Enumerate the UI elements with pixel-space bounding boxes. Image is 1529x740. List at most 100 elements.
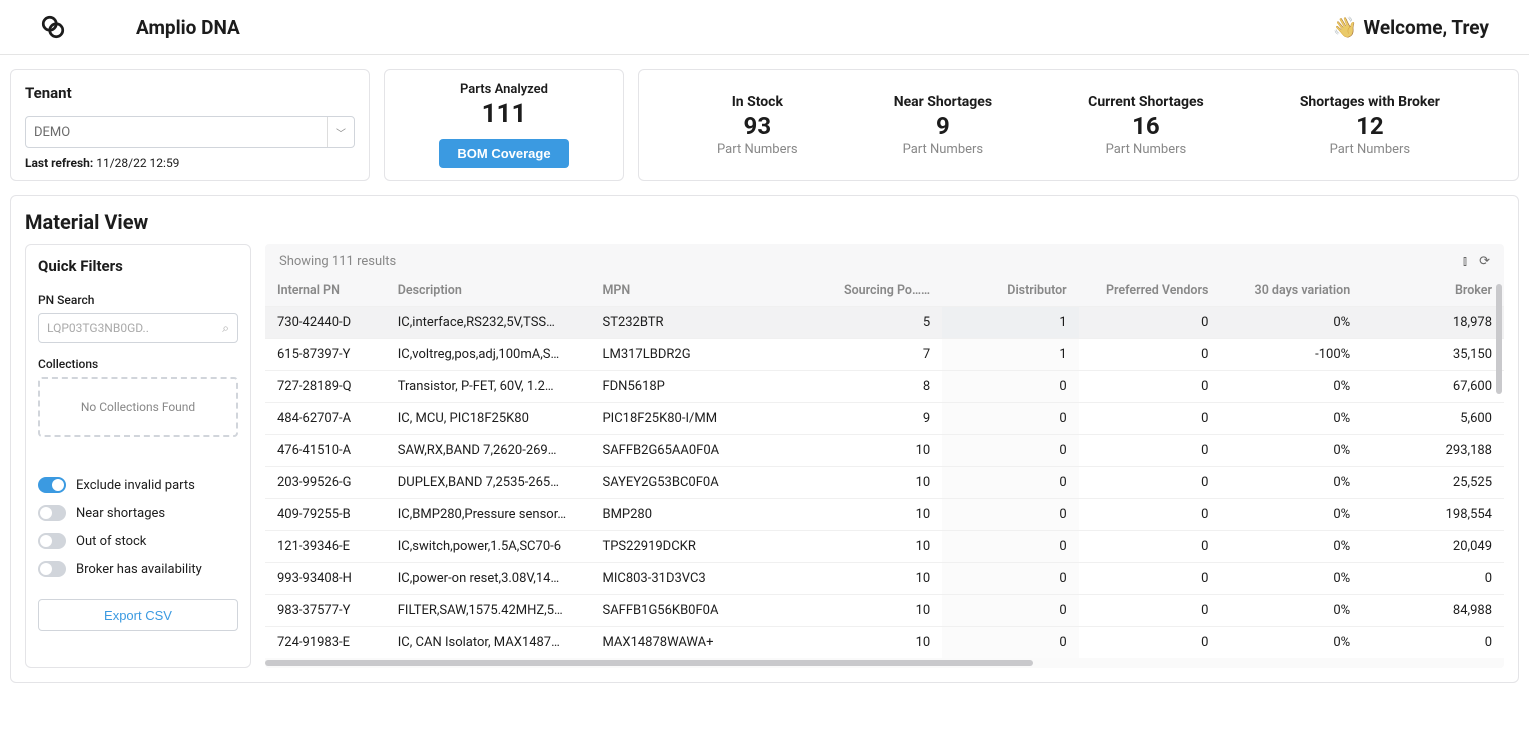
cell-description: IC, CAN Isolator, MAX1487… bbox=[386, 627, 591, 659]
pn-search-input[interactable]: LQP03TG3NB0GD.. ⌕ bbox=[38, 313, 238, 343]
cell-broker: 18,978 bbox=[1362, 307, 1504, 339]
table-topbar: Showing 111 results ⫾ ⟳ bbox=[265, 244, 1504, 275]
col-broker[interactable]: Broker bbox=[1362, 275, 1504, 307]
cell-mpn: MAX14878WAWA+ bbox=[590, 627, 831, 659]
cell-mpn: SAFFB2G65AA0F0A bbox=[590, 435, 831, 467]
cell-description: DUPLEX,BAND 7,2535-265… bbox=[386, 467, 591, 499]
cell-distributor: 1 bbox=[942, 307, 1079, 339]
col-distributor[interactable]: Distributor bbox=[942, 275, 1079, 307]
col-description[interactable]: Description bbox=[386, 275, 591, 307]
table-row[interactable]: 730-42440-DIC,interface,RS232,5V,TSS…ST2… bbox=[265, 307, 1504, 339]
cell-variation: 0% bbox=[1220, 563, 1362, 595]
brand-title: Amplio DNA bbox=[136, 16, 240, 39]
toggle-out-of-stock[interactable]: Out of stock bbox=[38, 533, 238, 549]
chevron-down-icon: ﹀ bbox=[327, 117, 346, 147]
quick-filters-panel: Quick Filters PN Search LQP03TG3NB0GD.. … bbox=[25, 244, 251, 668]
results-table: Internal PN Description MPN Sourcing Po…… bbox=[265, 275, 1504, 658]
cell-broker: 25,525 bbox=[1362, 467, 1504, 499]
cell-broker: 5,600 bbox=[1362, 403, 1504, 435]
cell-description: IC,voltreg,pos,adj,100mA,S… bbox=[386, 339, 591, 371]
col-mpn[interactable]: MPN bbox=[590, 275, 831, 307]
cell-sourcing: 10 bbox=[832, 467, 942, 499]
refresh-icon[interactable]: ⟳ bbox=[1479, 254, 1490, 269]
last-refresh: Last refresh: 11/28/22 12:59 bbox=[25, 156, 355, 170]
cell-sourcing: 9 bbox=[832, 403, 942, 435]
summary-row: Tenant DEMO ﹀ Last refresh: 11/28/22 12:… bbox=[0, 55, 1529, 181]
table-row[interactable]: 727-28189-QTransistor, P-FET, 60V, 1.2…F… bbox=[265, 371, 1504, 403]
stat-current-shortages: Current Shortages 16 Part Numbers bbox=[1088, 94, 1204, 157]
cell-distributor: 0 bbox=[942, 467, 1079, 499]
cell-sourcing: 7 bbox=[832, 339, 942, 371]
table-row[interactable]: 615-87397-YIC,voltreg,pos,adj,100mA,S…LM… bbox=[265, 339, 1504, 371]
toggle-switch[interactable] bbox=[38, 505, 66, 521]
table-row[interactable]: 203-99526-GDUPLEX,BAND 7,2535-265…SAYEY2… bbox=[265, 467, 1504, 499]
cell-internal-pn: 983-37577-Y bbox=[265, 595, 386, 627]
tenant-select-value: DEMO bbox=[34, 125, 70, 140]
cell-sourcing: 8 bbox=[832, 371, 942, 403]
cell-preferred: 0 bbox=[1079, 595, 1221, 627]
cell-broker: 198,554 bbox=[1362, 499, 1504, 531]
table-row[interactable]: 993-93408-HIC,power-on reset,3.08V,14…MI… bbox=[265, 563, 1504, 595]
table-row[interactable]: 121-39346-EIC,switch,power,1.5A,SC70-6TP… bbox=[265, 531, 1504, 563]
cell-sourcing: 10 bbox=[832, 563, 942, 595]
col-sourcing[interactable]: Sourcing Po…↑ bbox=[832, 275, 942, 307]
wave-icon: 👋 bbox=[1333, 15, 1358, 39]
cell-distributor: 0 bbox=[942, 403, 1079, 435]
filter-icon[interactable]: ⫾ bbox=[1463, 254, 1467, 269]
toggle-switch[interactable] bbox=[38, 533, 66, 549]
toggle-switch[interactable] bbox=[38, 477, 66, 493]
table-row[interactable]: 983-37577-YFILTER,SAW,1575.42MHZ,5…SAFFB… bbox=[265, 595, 1504, 627]
cell-variation: 0% bbox=[1220, 531, 1362, 563]
horizontal-scrollbar[interactable] bbox=[265, 658, 1504, 668]
app-header: Amplio DNA 👋 Welcome, Trey bbox=[0, 0, 1529, 55]
cell-description: IC,interface,RS232,5V,TSS… bbox=[386, 307, 591, 339]
table-row[interactable]: 484-62707-AIC, MCU, PIC18F25K80PIC18F25K… bbox=[265, 403, 1504, 435]
cell-internal-pn: 203-99526-G bbox=[265, 467, 386, 499]
cell-sourcing: 10 bbox=[832, 531, 942, 563]
col-preferred-vendors[interactable]: Preferred Vendors bbox=[1079, 275, 1221, 307]
toggle-exclude-invalid[interactable]: Exclude invalid parts bbox=[38, 477, 238, 493]
table-row[interactable]: 476-41510-ASAW,RX,BAND 7,2620-269…SAFFB2… bbox=[265, 435, 1504, 467]
welcome-text: 👋 Welcome, Trey bbox=[1333, 15, 1489, 39]
vertical-scrollbar[interactable] bbox=[1496, 284, 1502, 394]
table-header-row: Internal PN Description MPN Sourcing Po…… bbox=[265, 275, 1504, 307]
cell-internal-pn: 993-93408-H bbox=[265, 563, 386, 595]
cell-description: IC,BMP280,Pressure sensor… bbox=[386, 499, 591, 531]
stat-broker-shortages: Shortages with Broker 12 Part Numbers bbox=[1300, 94, 1440, 157]
cell-variation: 0% bbox=[1220, 435, 1362, 467]
cell-sourcing: 10 bbox=[832, 499, 942, 531]
brand-block: Amplio DNA bbox=[40, 14, 240, 40]
cell-internal-pn: 727-28189-Q bbox=[265, 371, 386, 403]
cell-internal-pn: 476-41510-A bbox=[265, 435, 386, 467]
toggle-switch[interactable] bbox=[38, 561, 66, 577]
toggle-broker-avail[interactable]: Broker has availability bbox=[38, 561, 238, 577]
cell-internal-pn: 121-39346-E bbox=[265, 531, 386, 563]
export-csv-button[interactable]: Export CSV bbox=[38, 599, 238, 631]
cell-broker: 293,188 bbox=[1362, 435, 1504, 467]
cell-preferred: 0 bbox=[1079, 435, 1221, 467]
cell-distributor: 0 bbox=[942, 595, 1079, 627]
cell-preferred: 0 bbox=[1079, 339, 1221, 371]
results-table-container: Showing 111 results ⫾ ⟳ Internal PN Desc… bbox=[265, 244, 1504, 668]
cell-mpn: LM317LBDR2G bbox=[590, 339, 831, 371]
cell-variation: 0% bbox=[1220, 371, 1362, 403]
toggle-near-shortages[interactable]: Near shortages bbox=[38, 505, 238, 521]
cell-mpn: ST232BTR bbox=[590, 307, 831, 339]
logo-icon bbox=[40, 14, 66, 40]
cell-mpn: SAFFB1G56KB0F0A bbox=[590, 595, 831, 627]
col-30-days-variation[interactable]: 30 days variation bbox=[1220, 275, 1362, 307]
bom-coverage-button[interactable]: BOM Coverage bbox=[439, 139, 568, 168]
col-internal-pn[interactable]: Internal PN bbox=[265, 275, 386, 307]
cell-preferred: 0 bbox=[1079, 499, 1221, 531]
analyzed-label: Parts Analyzed bbox=[460, 82, 548, 97]
cell-sourcing: 10 bbox=[832, 627, 942, 659]
tenant-select[interactable]: DEMO ﹀ bbox=[25, 116, 355, 148]
table-row[interactable]: 409-79255-BIC,BMP280,Pressure sensor…BMP… bbox=[265, 499, 1504, 531]
stat-near-shortages: Near Shortages 9 Part Numbers bbox=[894, 94, 992, 157]
cell-description: IC,switch,power,1.5A,SC70-6 bbox=[386, 531, 591, 563]
cell-description: IC, MCU, PIC18F25K80 bbox=[386, 403, 591, 435]
cell-internal-pn: 615-87397-Y bbox=[265, 339, 386, 371]
material-view-title: Material View bbox=[11, 196, 1518, 244]
tenant-heading: Tenant bbox=[25, 84, 355, 102]
table-row[interactable]: 724-91983-EIC, CAN Isolator, MAX1487…MAX… bbox=[265, 627, 1504, 659]
